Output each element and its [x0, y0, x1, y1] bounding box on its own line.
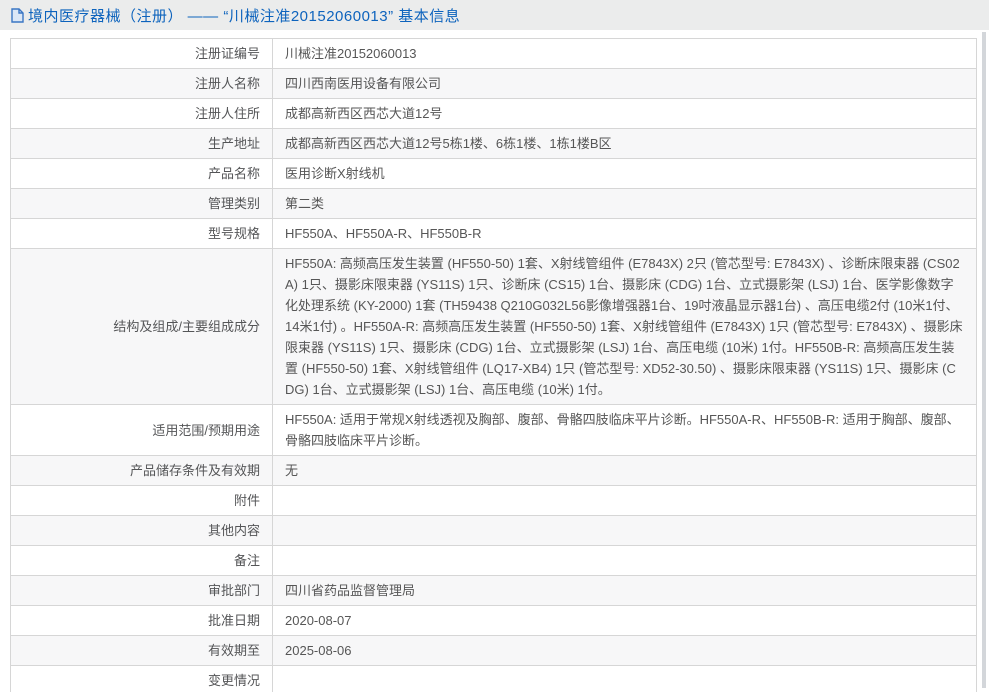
table-row: 管理类别 第二类	[10, 188, 977, 219]
row-value: 2025-08-06	[272, 635, 977, 666]
row-label: 注册人住所	[10, 98, 273, 129]
row-label: 适用范围/预期用途	[10, 404, 273, 456]
row-label: 型号规格	[10, 218, 273, 249]
row-value: 四川省药品监督管理局	[272, 575, 977, 606]
table-row: 备注	[10, 545, 977, 576]
table-row: 批准日期 2020-08-07	[10, 605, 977, 636]
info-table-container: 注册证编号 川械注准20152060013 注册人名称 四川西南医用设备有限公司 注册人…	[10, 38, 977, 692]
row-label: 产品名称	[10, 158, 273, 189]
row-label: 有效期至	[10, 635, 273, 666]
table-row: 有效期至 2025-08-06	[10, 635, 977, 666]
page-header: 境内医疗器械（注册） —— “川械注准20152060013” 基本信息	[0, 0, 989, 30]
table-row: 其他内容	[10, 515, 977, 546]
row-value: 成都高新西区西芯大道12号5栋1楼、6栋1楼、1栋1楼B区	[272, 128, 977, 159]
table-row: 结构及组成/主要组成成分 HF550A: 高频高压发生装置 (HF550-50) …	[10, 248, 977, 405]
table-row: 附件	[10, 485, 977, 516]
document-icon	[11, 7, 24, 23]
table-row: 适用范围/预期用途 HF550A: 适用于常规X射线透视及胸部、腹部、骨骼四肢临床…	[10, 404, 977, 456]
table-row: 型号规格 HF550A、HF550A-R、HF550B-R	[10, 218, 977, 249]
row-value	[272, 545, 977, 576]
row-label: 结构及组成/主要组成成分	[10, 248, 273, 405]
row-value: 四川西南医用设备有限公司	[272, 68, 977, 99]
table-row: 产品储存条件及有效期无	[10, 455, 977, 486]
row-value: HF550A、HF550A-R、HF550B-R	[272, 218, 977, 249]
row-value: 川械注准20152060013	[272, 38, 977, 69]
row-value	[272, 665, 977, 692]
row-label: 管理类别	[10, 188, 273, 219]
table-row: 审批部门 四川省药品监督管理局	[10, 575, 977, 606]
row-value: 2020-08-07	[272, 605, 977, 636]
row-label: 变更情况	[10, 665, 273, 692]
page-title: 境内医疗器械（注册） —— “川械注准20152060013” 基本信息	[28, 7, 461, 25]
table-row: 注册证编号 川械注准20152060013	[10, 38, 977, 69]
row-label: 审批部门	[10, 575, 273, 606]
table-row: 生产地址 成都高新西区西芯大道12号5栋1楼、6栋1楼、1栋1楼B区	[10, 128, 977, 159]
row-value: 第二类	[272, 188, 977, 219]
table-row: 变更情况	[10, 665, 977, 692]
row-label: 批准日期	[10, 605, 273, 636]
row-value: HF550A: 适用于常规X射线透视及胸部、腹部、骨骼四肢临床平片诊断。HF55…	[272, 404, 977, 456]
row-value: 医用诊断X射线机	[272, 158, 977, 189]
row-value: 无	[272, 455, 977, 486]
row-label: 备注	[10, 545, 273, 576]
row-label: 附件	[10, 485, 273, 516]
row-value	[272, 485, 977, 516]
table-row: 注册人名称 四川西南医用设备有限公司	[10, 68, 977, 99]
row-value	[272, 515, 977, 546]
row-label: 注册证编号	[10, 38, 273, 69]
registration-info-page: 境内医疗器械（注册） —— “川械注准20152060013” 基本信息 注册证…	[0, 0, 989, 692]
info-table-body: 注册证编号 川械注准20152060013 注册人名称 四川西南医用设备有限公司 注册人…	[10, 38, 977, 692]
row-label: 生产地址	[10, 128, 273, 159]
info-table: 注册证编号 川械注准20152060013 注册人名称 四川西南医用设备有限公司 注册人…	[10, 38, 977, 692]
table-row: 产品名称 医用诊断X射线机	[10, 158, 977, 189]
row-label: 产品储存条件及有效期	[10, 455, 273, 486]
table-row: 注册人住所 成都高新西区西芯大道12号	[10, 98, 977, 129]
scrollbar[interactable]	[982, 32, 986, 688]
row-value: HF550A: 高频高压发生装置 (HF550-50) 1套、X射线管组件 (E…	[272, 248, 977, 405]
row-label: 其他内容	[10, 515, 273, 546]
row-label: 注册人名称	[10, 68, 273, 99]
row-value: 成都高新西区西芯大道12号	[272, 98, 977, 129]
